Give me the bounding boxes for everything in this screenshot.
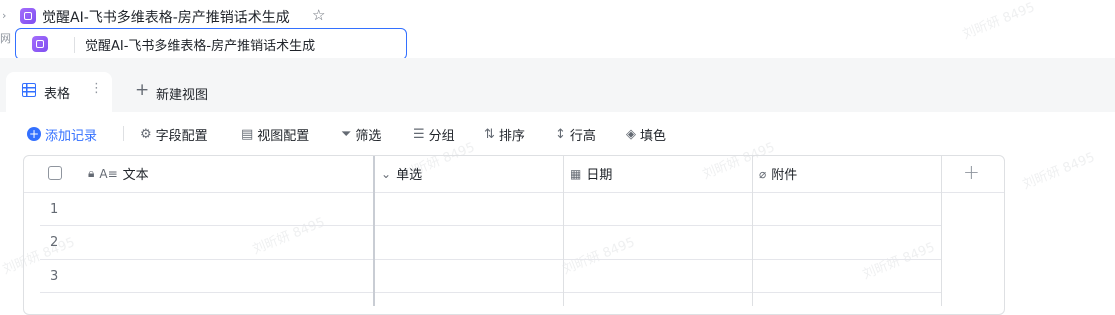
date-icon: ▦ [570, 166, 582, 181]
column-header-text[interactable]: 🔒︎ A≡ 文本 [88, 164, 149, 183]
table-row[interactable] [24, 226, 941, 259]
fill-color-label: 填色 [640, 128, 667, 144]
sort-icon: ⇅ [484, 126, 495, 142]
paint-bucket-icon: ◈ [626, 126, 636, 142]
lock-icon: 🔒︎ [88, 166, 95, 180]
sort-label: 排序 [498, 128, 525, 144]
page-title[interactable]: 觉醒AI-飞书多维表格-房产推销话术生成 [42, 7, 290, 27]
column-label: 文本 [122, 168, 149, 183]
column-label: 附件 [771, 168, 798, 183]
add-record-label: 添加记录 [45, 128, 98, 144]
title-rename-input[interactable] [85, 33, 395, 55]
filter-label: 筛选 [355, 128, 382, 144]
row-divider [40, 292, 941, 293]
column-divider [941, 156, 942, 306]
select-all-checkbox[interactable] [48, 166, 62, 180]
clipped-sidebar-text: 网 [0, 32, 11, 45]
gear-icon: ⚙ [140, 126, 152, 142]
view-settings-icon: ▤ [241, 126, 254, 142]
view-config-label: 视图配置 [257, 128, 310, 144]
table-row[interactable] [24, 260, 941, 292]
add-record-button[interactable]: + 添加记录 [27, 124, 97, 144]
group-button[interactable]: ☰ 分组 [413, 124, 455, 144]
tab-label[interactable]: 表格 [44, 83, 70, 102]
app-icon-picker-icon[interactable] [32, 36, 48, 52]
field-config-button[interactable]: ⚙ 字段配置 [140, 124, 208, 144]
column-header-attachment[interactable]: ⌀ 附件 [759, 164, 798, 184]
single-select-icon: ⌄ [381, 166, 392, 181]
watermark: 刘昕妍 8495 [1020, 150, 1098, 193]
text-field-icon: A≡ [99, 166, 118, 181]
column-header-date[interactable]: ▦ 日期 [570, 164, 613, 184]
attachment-icon: ⌀ [759, 166, 767, 181]
more-options-icon[interactable]: ⋮ [90, 81, 103, 96]
group-icon: ☰ [413, 126, 425, 142]
row-height-icon: ↕ [555, 126, 566, 142]
divider [74, 37, 75, 53]
watermark: 刘昕妍 8495 [960, 0, 1038, 43]
table-row[interactable] [24, 193, 941, 225]
filter-icon: ⏷ [341, 126, 352, 142]
plus-icon[interactable]: + [135, 80, 149, 100]
breadcrumb-chevron-icon[interactable]: › [2, 9, 6, 22]
table-grid-icon [22, 83, 36, 97]
sort-button[interactable]: ⇅ 排序 [484, 124, 525, 144]
column-header-single-select[interactable]: ⌄ 单选 [381, 164, 423, 184]
fill-color-button[interactable]: ◈ 填色 [626, 124, 666, 144]
new-view-button[interactable]: 新建视图 [156, 84, 208, 103]
view-config-button[interactable]: ▤ 视图配置 [241, 124, 309, 144]
group-label: 分组 [428, 128, 455, 144]
row-height-label: 行高 [569, 128, 596, 144]
rename-title-popup [15, 28, 407, 60]
field-config-label: 字段配置 [155, 128, 208, 144]
add-column-button[interactable]: + [963, 160, 980, 184]
column-label: 日期 [586, 168, 613, 183]
app-logo-icon [20, 8, 36, 24]
toolbar-divider [123, 126, 124, 141]
column-label: 单选 [396, 168, 423, 183]
add-circle-icon: + [27, 127, 41, 141]
row-height-button[interactable]: ↕ 行高 [555, 124, 596, 144]
star-icon[interactable]: ☆ [312, 6, 325, 24]
filter-button[interactable]: ⏷ 筛选 [341, 124, 381, 144]
